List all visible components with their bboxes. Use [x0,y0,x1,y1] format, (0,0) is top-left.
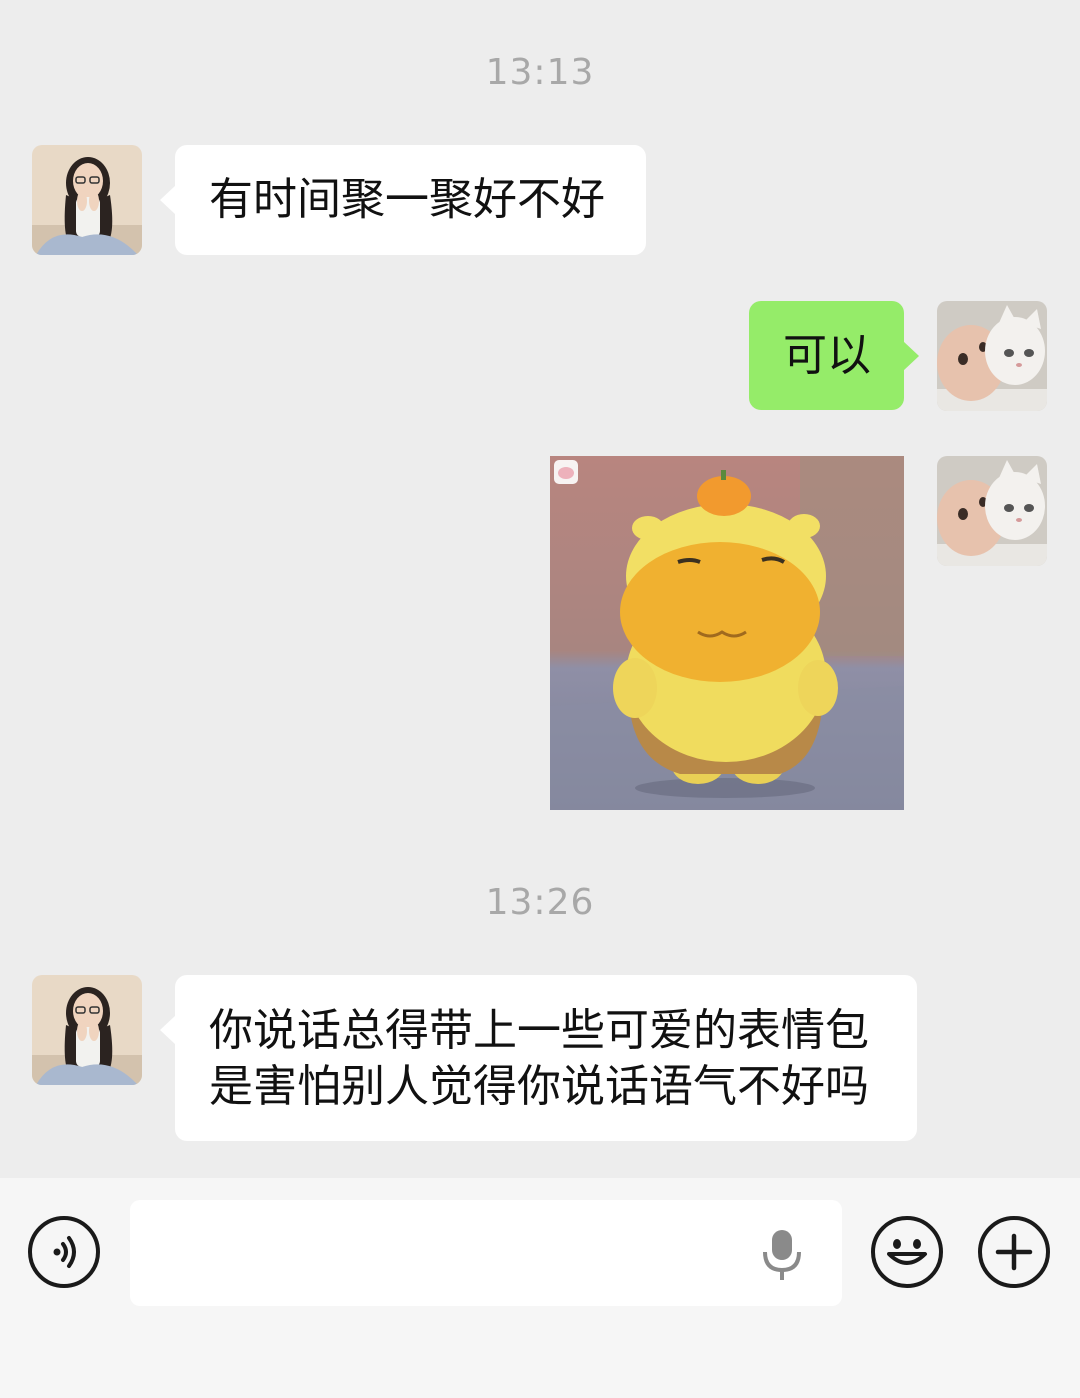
voice-icon [53,1236,76,1268]
message-input[interactable] [130,1200,842,1306]
sticker-image[interactable] [550,456,904,810]
message-text-line: 是害怕别人觉得你说话语气不好吗 [209,1061,869,1112]
plus-icon [995,1233,1033,1271]
more-button[interactable] [978,1216,1050,1288]
message-text-line: 你说话总得带上一些可爱的表情包 [209,1005,869,1056]
incoming-message[interactable]: 你说话总得带上一些可爱的表情包 是害怕别人觉得你说话语气不好吗 [160,975,917,1141]
my-avatar[interactable] [937,301,1047,411]
timestamp: 13:13 [485,52,595,93]
outgoing-message[interactable]: 可以 [749,301,919,410]
incoming-message[interactable]: 有时间聚一聚好不好 [160,145,646,255]
chat-input-bar [0,1178,1080,1398]
contact-avatar[interactable] [32,975,142,1085]
mic-icon[interactable] [760,1228,804,1282]
emoji-button[interactable] [871,1216,943,1288]
voice-toggle-button[interactable] [28,1216,100,1288]
message-text: 有时间聚一聚好不好 [209,174,605,225]
emoji-icon [887,1239,927,1265]
my-avatar[interactable] [937,456,1047,566]
contact-avatar[interactable] [32,145,142,255]
timestamp: 13:26 [485,882,595,923]
message-text: 可以 [783,329,871,381]
